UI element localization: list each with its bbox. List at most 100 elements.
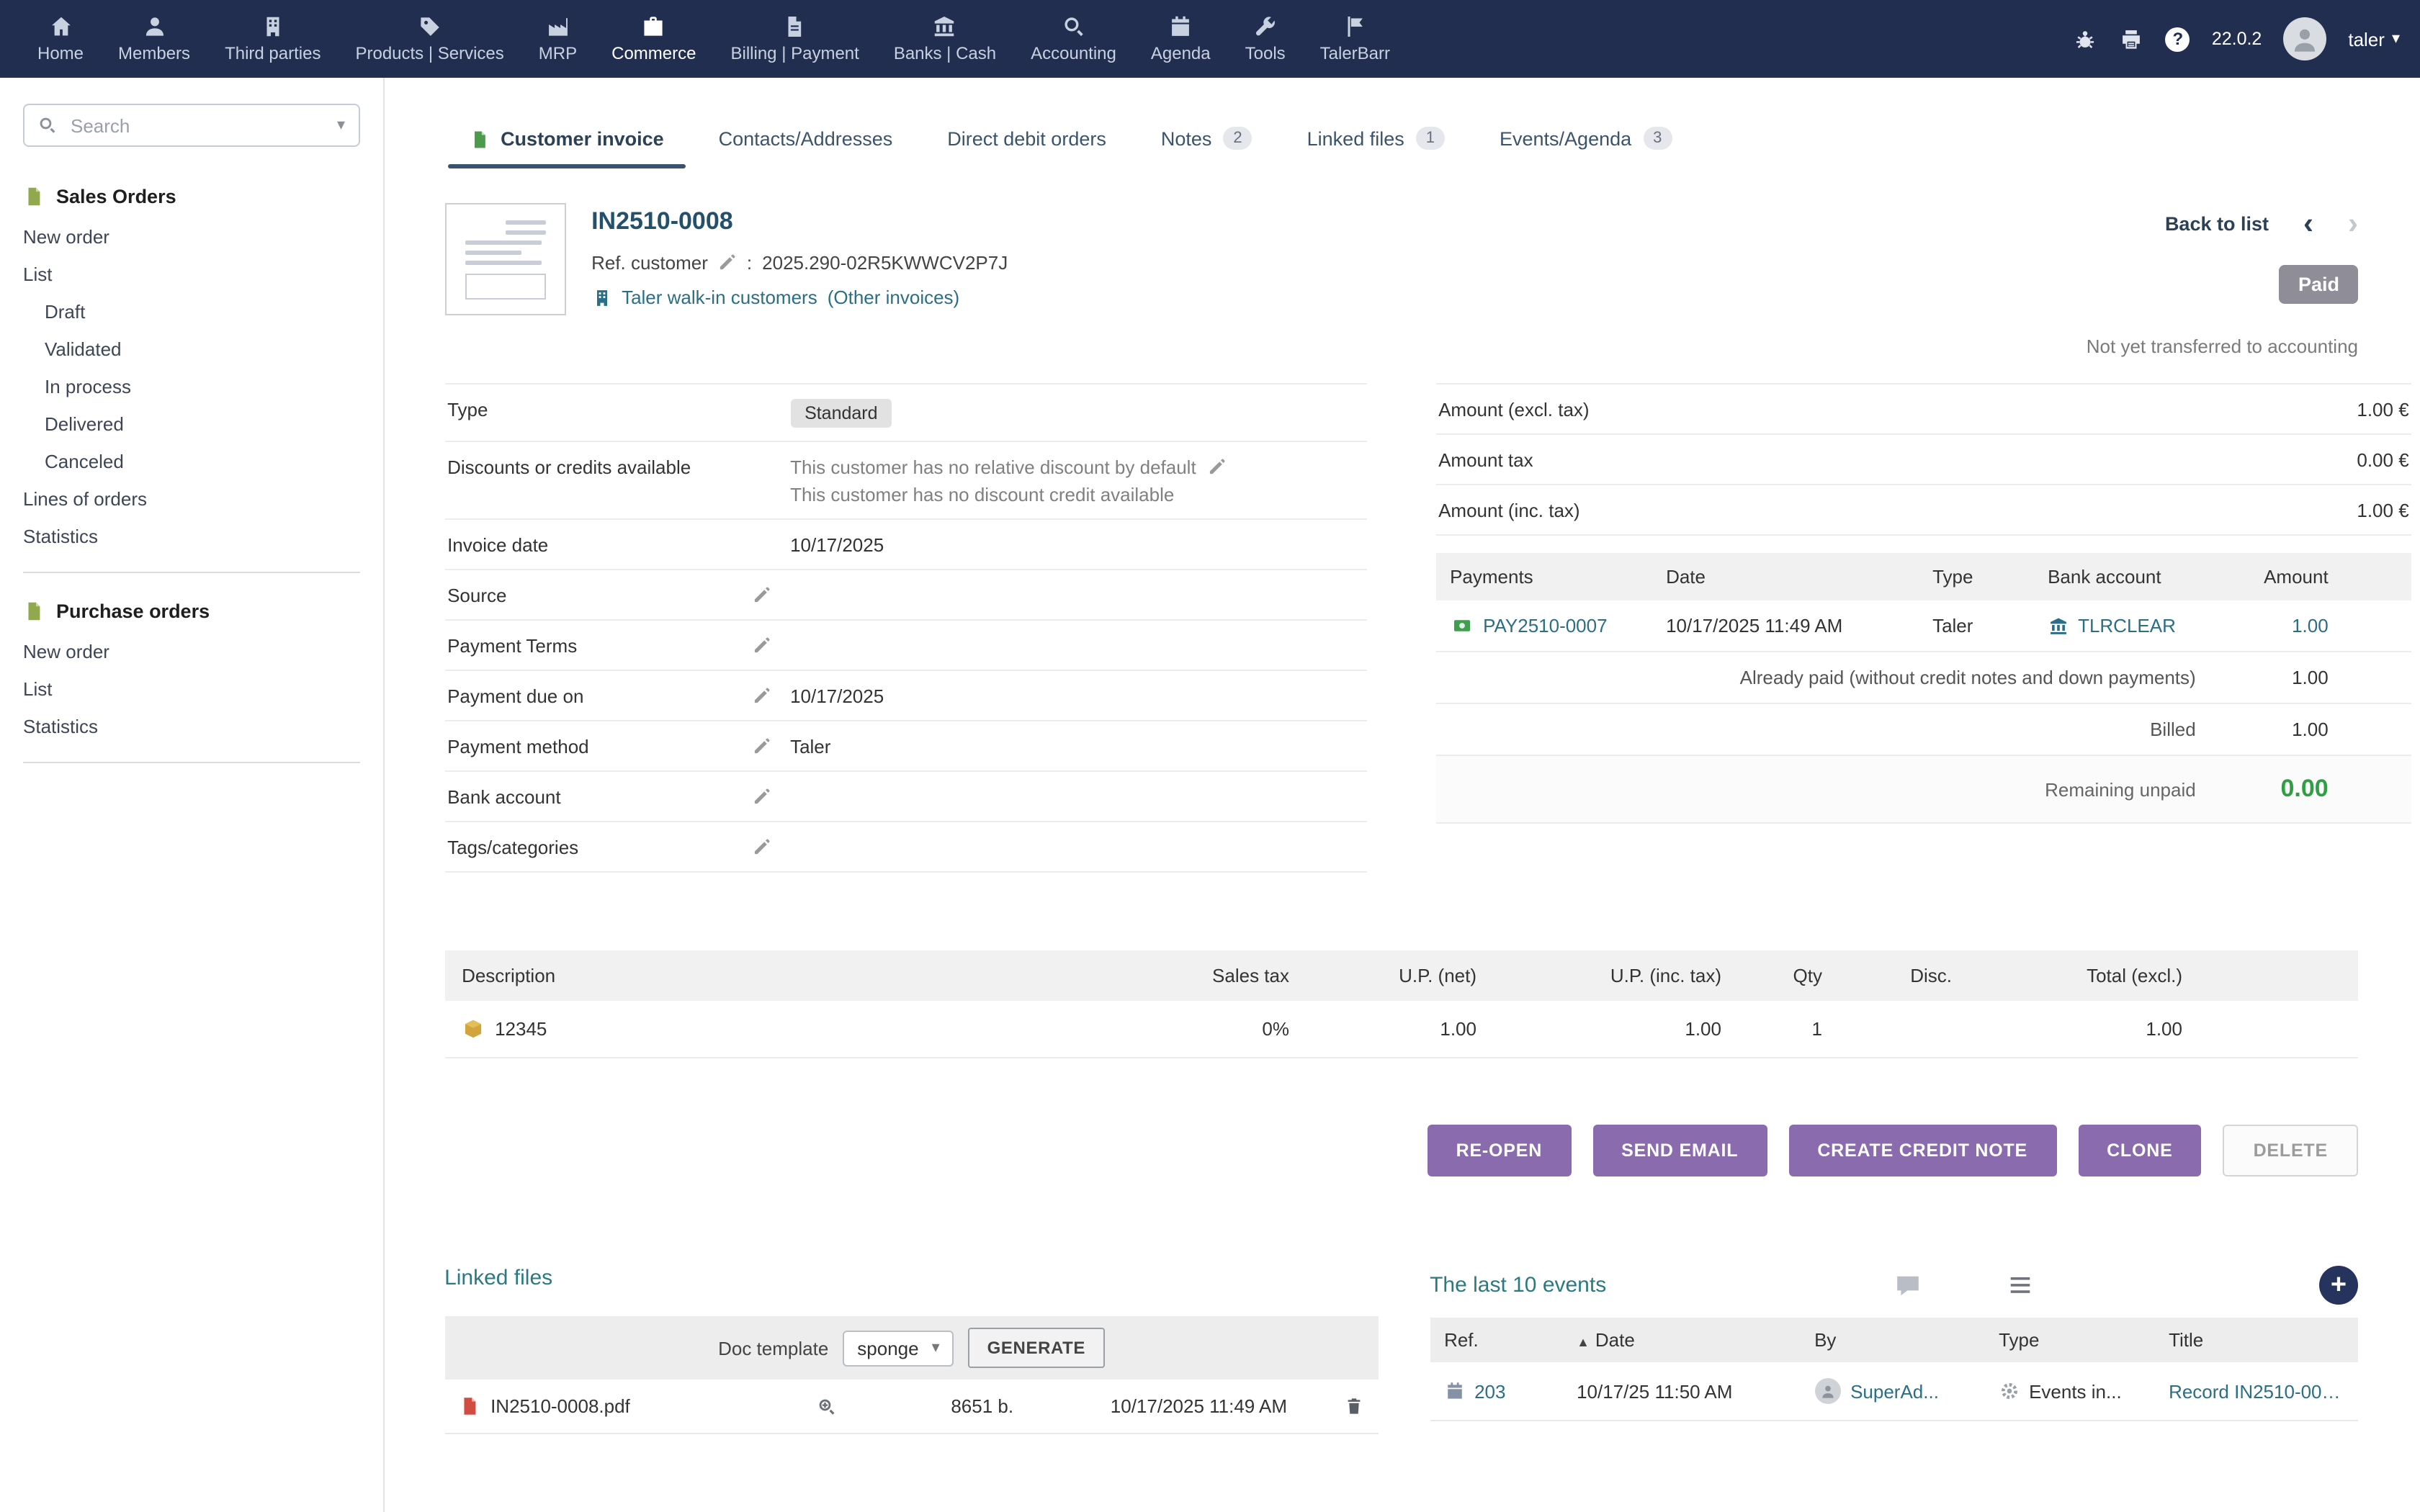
user-menu[interactable]: taler ▾ [2348,28,2400,50]
tab-notes[interactable]: Notes 2 [1137,112,1277,168]
send-email-button[interactable]: SEND EMAIL [1592,1125,1767,1176]
sidebar-item-po-new-order[interactable]: New order [0,632,382,670]
edit-pencil-icon[interactable] [751,837,770,856]
sidebar-item-validated[interactable]: Validated [0,330,382,367]
col-ref[interactable]: Ref. [1444,1329,1577,1351]
sidebar-item-list[interactable]: List [0,255,382,292]
payment-ref-link[interactable]: PAY2510-0007 [1483,615,1608,636]
sidebar-item-in-process[interactable]: In process [0,367,382,405]
bug-icon[interactable] [2074,27,2098,51]
doc-template-select[interactable]: sponge ▾ [843,1330,954,1366]
bank-account-link[interactable]: TLRCLEAR [2078,615,2176,636]
col-type[interactable]: Type [1999,1329,2169,1351]
sidebar-item-po-statistics[interactable]: Statistics [0,707,382,744]
nav-billing[interactable]: Billing | Payment [714,0,877,78]
nav-members[interactable]: Members [101,0,207,78]
col-date: Date [1666,566,1932,588]
field-tags-categories: Tags/categories [444,822,1366,873]
chevron-left-icon[interactable]: ‹ [2303,209,2313,239]
nav-products[interactable]: Products | Services [338,0,521,78]
preview-zoom-icon[interactable] [816,1396,836,1416]
print-icon[interactable] [2120,27,2144,51]
events-table-header: Ref. ▲Date By Type Title [1430,1318,2358,1362]
sidebar-search[interactable]: ▾ [23,104,359,147]
sidebar-item-canceled[interactable]: Canceled [0,442,382,480]
field-payment-terms: Payment Terms [444,621,1366,671]
field-value: 10/17/2025 [790,685,1363,706]
tab-customer-invoice[interactable]: Customer invoice [444,114,689,168]
tab-events-agenda[interactable]: Events/Agenda 3 [1475,112,1696,168]
col-date[interactable]: ▲Date [1577,1329,1814,1351]
tab-label: Events/Agenda [1500,127,1631,149]
clone-button[interactable]: CLONE [2078,1125,2202,1176]
col-by[interactable]: By [1814,1329,1999,1351]
thirdparty-link[interactable]: Taler walk-in customers [622,287,817,308]
event-by-link[interactable]: SuperAd... [1850,1380,1939,1402]
col-title[interactable]: Title [2169,1329,2344,1351]
sidebar-item-statistics[interactable]: Statistics [0,517,382,554]
create-credit-note-button[interactable]: CREATE CREDIT NOTE [1788,1125,2056,1176]
list-view-icon[interactable] [2006,1272,2033,1299]
event-ref-link[interactable]: 203 [1474,1380,1505,1402]
already-paid-value: 1.00 [2245,667,2329,688]
nav-accounting[interactable]: Accounting [1013,0,1134,78]
billed-label: Billed [1450,719,2196,740]
reopen-button[interactable]: RE-OPEN [1428,1125,1572,1176]
payments-header: Payments Date Type Bank account Amount [1435,553,2412,600]
nav-agenda[interactable]: Agenda [1134,0,1228,78]
generate-button[interactable]: GENERATE [969,1328,1104,1368]
events-title: The last 10 events [1430,1273,1606,1297]
nav-home[interactable]: Home [20,0,101,78]
sidebar-item-po-list[interactable]: List [0,670,382,707]
banks-icon [933,14,957,39]
edit-pencil-icon[interactable] [718,253,737,272]
bank-icon [2048,616,2068,636]
remaining-unpaid-row: Remaining unpaid 0.00 [1435,756,2412,824]
linked-files-title: Linked files [444,1266,1378,1290]
edit-pencil-icon[interactable] [751,787,770,806]
line-product-link[interactable]: 12345 [495,1018,547,1040]
file-name-link[interactable]: IN2510-0008.pdf [490,1395,630,1417]
chat-bubble-icon[interactable] [1892,1271,1922,1300]
payment-type: Taler [1932,615,2048,636]
nav-label: Home [37,43,84,63]
edit-pencil-icon[interactable] [751,686,770,705]
help-icon[interactable]: ? [2166,27,2190,51]
nav-third-parties[interactable]: Third parties [207,0,338,78]
back-to-list-link[interactable]: Back to list [2165,213,2269,235]
add-event-button[interactable]: + [2319,1266,2358,1305]
tab-label: Direct debit orders [947,128,1106,150]
sidebar-section-purchase-orders: Purchase orders [0,590,382,632]
line-total: 1.00 [1952,1018,2182,1040]
event-date: 10/17/25 11:50 AM [1577,1380,1814,1402]
tab-linked-files[interactable]: Linked files 1 [1283,112,1469,168]
search-input[interactable] [68,113,327,138]
other-invoices-link[interactable]: (Other invoices) [828,287,960,308]
detail-columns: Type Standard Discounts or credits avail… [444,383,2358,873]
field-label: Payment method [447,735,589,757]
billing-icon [783,14,807,39]
sidebar-item-draft[interactable]: Draft [0,292,382,330]
search-caret-icon[interactable]: ▾ [337,117,345,133]
nav-tools[interactable]: Tools [1228,0,1303,78]
sidebar-item-new-order[interactable]: New order [0,217,382,255]
accounting-icon [1062,14,1086,39]
tab-direct-debit-orders[interactable]: Direct debit orders [923,114,1131,168]
avatar[interactable] [2283,17,2326,60]
invoice-lines-table: Description Sales tax U.P. (net) U.P. (i… [444,950,2358,1058]
edit-pencil-icon[interactable] [751,737,770,755]
edit-pencil-icon[interactable] [751,636,770,654]
tab-contacts-addresses[interactable]: Contacts/Addresses [694,114,918,168]
event-title-link[interactable]: Record IN2510-0008 modified [2169,1380,2344,1402]
edit-pencil-icon[interactable] [751,585,770,604]
amounts-and-payments: Amount (excl. tax) 1.00 € Amount tax 0.0… [1435,383,2412,873]
nav-mrp[interactable]: MRP [521,0,594,78]
nav-talerbarr[interactable]: TalerBarr [1303,0,1407,78]
trash-icon[interactable] [1343,1395,1363,1417]
sidebar-item-lines-of-orders[interactable]: Lines of orders [0,480,382,517]
nav-commerce[interactable]: Commerce [594,0,713,78]
sidebar-item-delivered[interactable]: Delivered [0,405,382,442]
edit-pencil-icon[interactable] [1208,457,1227,476]
invoice-thumbnail[interactable] [444,203,565,315]
nav-banks[interactable]: Banks | Cash [877,0,1013,78]
